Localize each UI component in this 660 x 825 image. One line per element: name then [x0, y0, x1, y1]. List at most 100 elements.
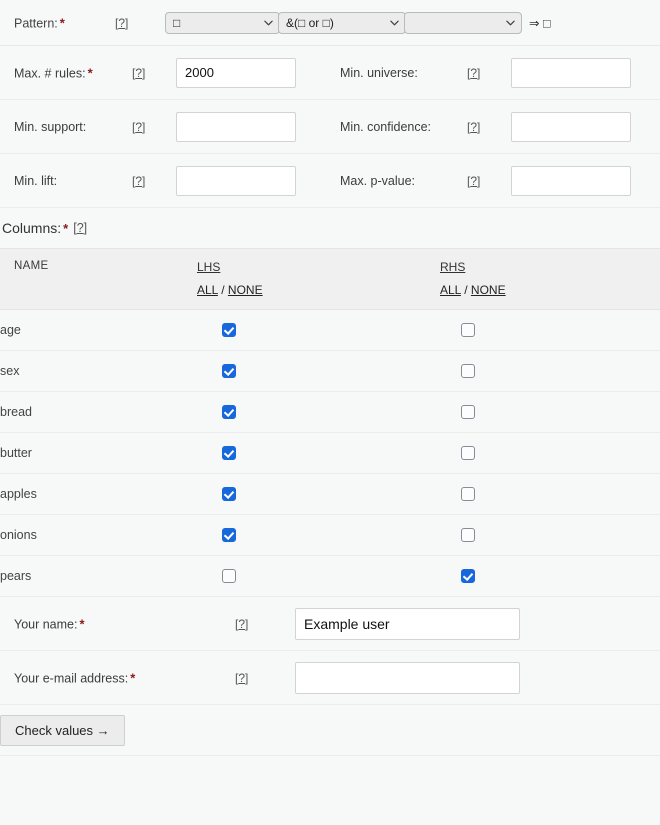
max-pvalue-label: Max. p-value: — [340, 174, 415, 188]
table-row: butter — [0, 433, 660, 474]
min-confidence-input[interactable] — [511, 112, 631, 142]
lhs-checkbox-cell — [197, 474, 440, 515]
min-support-help-link[interactable]: [?] — [132, 120, 145, 134]
your-name-input[interactable] — [295, 608, 520, 640]
chevron-down-icon — [390, 18, 399, 27]
min-lift-help-link[interactable]: [?] — [132, 174, 145, 188]
rhs-checkbox[interactable] — [461, 528, 475, 542]
pattern-label: Pattern:* — [14, 15, 65, 30]
pattern-label-text: Pattern: — [14, 16, 58, 30]
lift-pvalue-row: Min. lift: [?] Max. p-value: [?] — [0, 154, 660, 208]
rhs-checkbox-cell — [440, 474, 660, 515]
column-name-cell: sex — [0, 351, 197, 392]
lhs-checkbox-cell — [197, 351, 440, 392]
your-email-input[interactable] — [295, 662, 520, 694]
column-name-cell: age — [0, 310, 197, 351]
columns-table: NAME LHS ALL / NONE RHS ALL / NONE agese… — [0, 248, 660, 597]
required-asterisk: * — [79, 616, 84, 631]
lhs-checkbox-cell — [197, 556, 440, 597]
rhs-pattern-select[interactable] — [404, 12, 522, 34]
columns-table-body: agesexbreadbutterapplesonionspears — [0, 310, 660, 597]
max-rules-help-link[interactable]: [?] — [132, 66, 145, 80]
lhs-checkbox[interactable] — [222, 405, 236, 419]
required-asterisk: * — [88, 65, 93, 80]
rhs-group-link[interactable]: RHS — [440, 260, 660, 274]
rhs-checkbox[interactable] — [461, 569, 475, 583]
operator-select[interactable]: &(□ or □) — [278, 12, 406, 34]
lhs-select-none-link[interactable]: NONE — [228, 283, 263, 297]
lhs-checkbox[interactable] — [222, 528, 236, 542]
column-name-cell: apples — [0, 474, 197, 515]
rhs-checkbox[interactable] — [461, 364, 475, 378]
required-asterisk: * — [60, 15, 65, 30]
rhs-separator: / — [461, 283, 471, 297]
rhs-select-all-link[interactable]: ALL — [440, 283, 461, 297]
lhs-select-all-link[interactable]: ALL — [197, 283, 218, 297]
max-pvalue-help-link[interactable]: [?] — [467, 174, 480, 188]
max-rules-label: Max. # rules:* — [14, 65, 93, 80]
lhs-checkbox[interactable] — [222, 446, 236, 460]
lhs-separator: / — [218, 283, 228, 297]
rhs-checkbox[interactable] — [461, 487, 475, 501]
your-email-label: Your e-mail address:* — [14, 670, 135, 685]
rhs-checkbox[interactable] — [461, 323, 475, 337]
min-confidence-help-link[interactable]: [?] — [467, 120, 480, 134]
column-header-name: NAME — [0, 249, 197, 310]
lhs-checkbox[interactable] — [222, 487, 236, 501]
max-pvalue-input[interactable] — [511, 166, 631, 196]
min-support-input[interactable] — [176, 112, 296, 142]
max-rules-label-text: Max. # rules: — [14, 66, 86, 80]
rhs-select-none-link[interactable]: NONE — [471, 283, 506, 297]
lhs-pattern-select[interactable]: □ — [165, 12, 280, 34]
rhs-checkbox-cell — [440, 351, 660, 392]
column-name-cell: bread — [0, 392, 197, 433]
lhs-checkbox[interactable] — [222, 569, 236, 583]
chevron-down-icon — [506, 18, 515, 27]
table-row: sex — [0, 351, 660, 392]
chevron-down-icon — [264, 18, 273, 27]
column-header-lhs: LHS ALL / NONE — [197, 249, 440, 310]
rhs-all-none-controls: ALL / NONE — [440, 283, 506, 297]
rhs-checkbox-cell — [440, 515, 660, 556]
your-name-row: Your name:* [?] — [0, 597, 660, 651]
columns-help-link[interactable]: [?] — [73, 221, 87, 235]
rhs-checkbox-cell — [440, 433, 660, 474]
lhs-pattern-select-value: □ — [173, 16, 180, 30]
rhs-checkbox[interactable] — [461, 405, 475, 419]
lhs-checkbox[interactable] — [222, 364, 236, 378]
max-rules-row: Max. # rules:* [?] Min. universe: [?] — [0, 46, 660, 100]
lhs-checkbox[interactable] — [222, 323, 236, 337]
rhs-checkbox-cell — [440, 310, 660, 351]
min-support-label: Min. support: — [14, 120, 86, 134]
column-header-rhs: RHS ALL / NONE — [440, 249, 660, 310]
pattern-row: Pattern:* [?] □ &(□ or □) ⇒ □ — [0, 0, 660, 46]
table-row: bread — [0, 392, 660, 433]
your-email-label-text: Your e-mail address: — [14, 671, 128, 685]
your-name-help-link[interactable]: [?] — [235, 617, 248, 631]
rhs-checkbox-cell — [440, 556, 660, 597]
min-lift-input[interactable] — [176, 166, 296, 196]
required-asterisk: * — [63, 221, 68, 236]
min-universe-label: Min. universe: — [340, 66, 418, 80]
your-name-label: Your name:* — [14, 616, 85, 631]
check-values-button[interactable]: Check values → — [0, 715, 125, 746]
min-universe-help-link[interactable]: [?] — [467, 66, 480, 80]
columns-caption: Columns:* [?] — [0, 208, 660, 248]
rhs-checkbox[interactable] — [461, 446, 475, 460]
max-rules-input[interactable] — [176, 58, 296, 88]
column-name-cell: butter — [0, 433, 197, 474]
min-universe-input[interactable] — [511, 58, 631, 88]
lhs-group-link[interactable]: LHS — [197, 260, 440, 274]
your-email-help-link[interactable]: [?] — [235, 671, 248, 685]
min-confidence-label: Min. confidence: — [340, 120, 431, 134]
operator-select-value: &(□ or □) — [286, 16, 334, 30]
lhs-all-none-controls: ALL / NONE — [197, 283, 263, 297]
pattern-help-link[interactable]: [?] — [115, 16, 128, 30]
lhs-checkbox-cell — [197, 515, 440, 556]
your-email-row: Your e-mail address:* [?] — [0, 651, 660, 705]
column-name-cell: onions — [0, 515, 197, 556]
columns-caption-text: Columns: — [2, 220, 61, 236]
support-confidence-row: Min. support: [?] Min. confidence: [?] — [0, 100, 660, 154]
table-row: pears — [0, 556, 660, 597]
columns-table-header-row: NAME LHS ALL / NONE RHS ALL / NONE — [0, 249, 660, 310]
